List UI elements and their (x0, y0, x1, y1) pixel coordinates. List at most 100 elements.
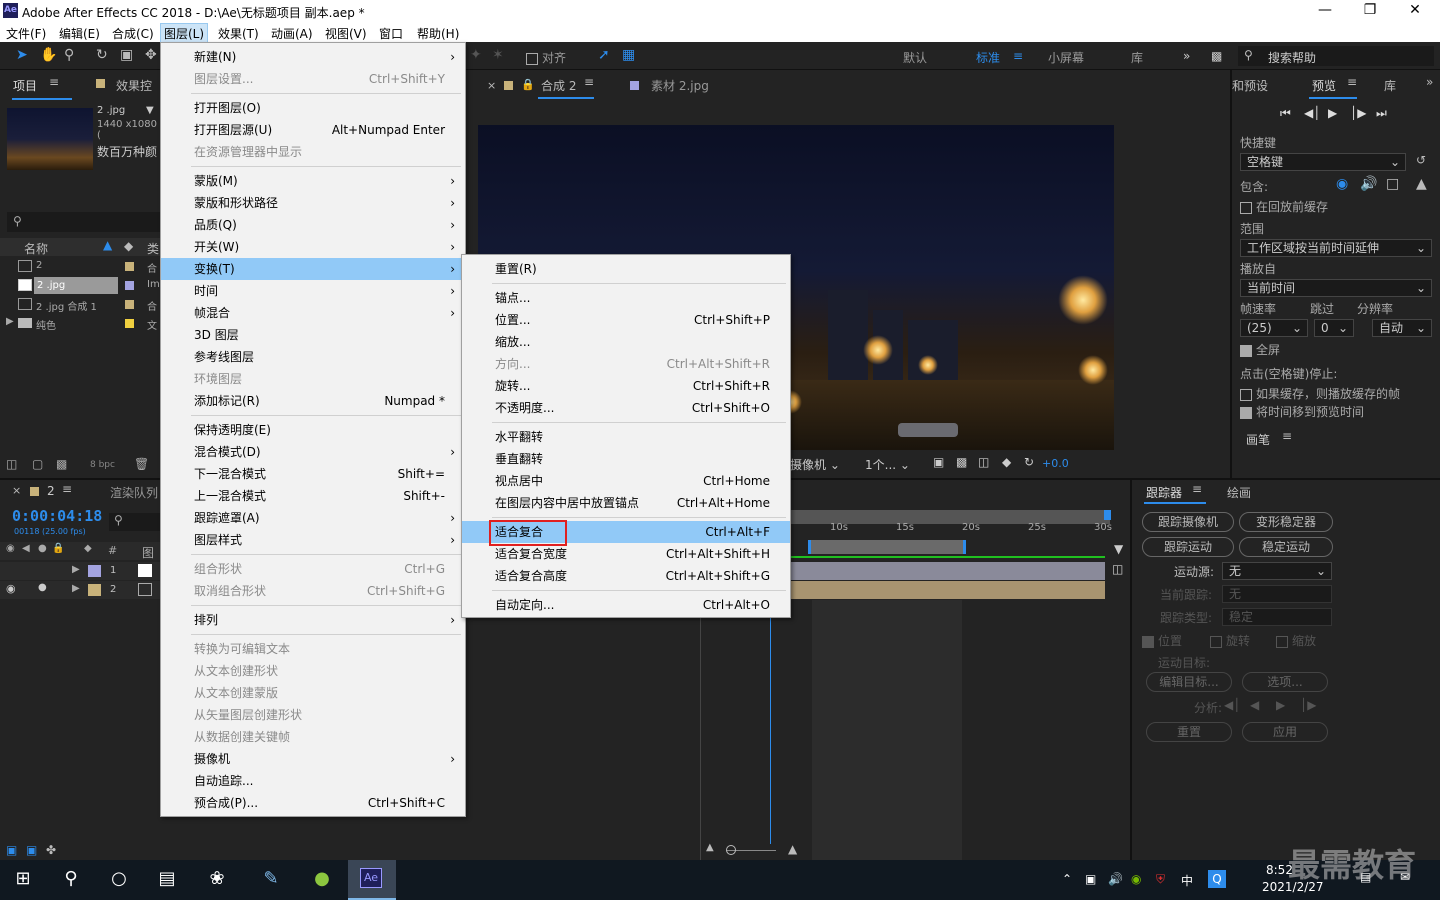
skip-dropdown[interactable]: 0 ⌄ (1314, 319, 1354, 337)
tab-effect-controls[interactable]: 效果控 (116, 77, 152, 94)
tab-project[interactable]: 项目 (13, 77, 37, 94)
transform-menu-item[interactable]: 缩放... (462, 331, 790, 353)
workspace-default[interactable]: 默认 (903, 49, 927, 66)
cortana-icon[interactable]: ○ (106, 868, 132, 892)
expand-arrow-icon[interactable]: ▶ (6, 316, 14, 327)
layer-menu-item[interactable]: 跟踪遮罩(A) › (161, 507, 465, 529)
cache-before-checkbox[interactable]: 在回放前缓存 (1240, 198, 1328, 215)
workspace-standard[interactable]: 标准 (976, 49, 1000, 66)
views-dropdown[interactable]: 1个... ⌄ (865, 456, 910, 473)
menu-file[interactable]: 文件(F) (6, 25, 46, 42)
analyze-back-all-icon[interactable]: ◀│ (1224, 698, 1240, 712)
project-row[interactable]: 2 .jpg 合成 1 合 (0, 296, 160, 314)
zoom-out-icon[interactable]: ▲ (706, 842, 714, 853)
lock-icon[interactable]: 🔒 (521, 78, 535, 91)
project-row[interactable]: ▶ 纯色 文 (0, 315, 160, 333)
comp-mini-flowchart-icon[interactable]: ▣ (6, 843, 17, 857)
puppet-tool-icon[interactable]: ✶ (492, 47, 504, 63)
solo-icon[interactable]: ● (38, 543, 47, 554)
workspace-small-screen[interactable]: 小屏幕 (1048, 49, 1084, 66)
timeline-menu-icon[interactable]: ≡ (62, 482, 72, 496)
track-motion-button[interactable]: 跟踪运动 (1142, 537, 1234, 557)
pinwheel-app-icon[interactable]: ❀ (204, 868, 230, 892)
security-icon[interactable]: ⛨ (1156, 872, 1165, 887)
tracker-menu-icon[interactable]: ≡ (1192, 482, 1202, 496)
zoom-slider[interactable]: ▲ ▲ (700, 842, 1120, 860)
expand-track-icon[interactable]: ◫ (1112, 562, 1123, 576)
expand-arrow-icon[interactable]: ▶ (72, 583, 80, 594)
timeline-search-input[interactable]: ⚲ (109, 513, 160, 531)
item-dropdown-icon[interactable]: ▼ (146, 105, 154, 116)
layer-menu-item[interactable]: 帧混合 › (161, 302, 465, 324)
ae-taskbar-button[interactable]: Ae (348, 860, 396, 900)
play-icon[interactable]: ▶ (1328, 106, 1337, 120)
snap-feature-icon[interactable]: ▦ (622, 47, 635, 63)
label-column-icon[interactable]: ◆ (84, 543, 92, 554)
trash-icon[interactable]: 🗑 (134, 457, 149, 471)
transform-menu-item[interactable]: 适合复合宽度 Ctrl+Alt+Shift+H (462, 543, 790, 565)
comp-menu-icon[interactable]: ≡ (584, 75, 594, 89)
export-icon[interactable]: ▲ (1416, 176, 1427, 192)
interpret-footage-icon[interactable]: ◫ (6, 457, 17, 471)
tab-timeline-comp[interactable]: 2 (47, 484, 55, 498)
reset-button[interactable]: 重置 (1146, 722, 1232, 742)
layer-menu-item[interactable]: 添加标记(R) Numpad * (161, 390, 465, 412)
menu-help[interactable]: 帮助(H) (417, 25, 459, 42)
transform-menu-item[interactable]: 不透明度... Ctrl+Shift+O (462, 397, 790, 419)
current-track-dropdown[interactable]: 无 (1222, 585, 1332, 603)
time-navigator[interactable] (808, 540, 966, 554)
menu-animation[interactable]: 动画(A) (271, 25, 313, 42)
lock-icon[interactable]: 🔒 (52, 543, 64, 554)
minimize-icon[interactable]: — (1310, 2, 1340, 18)
shortcut-dropdown[interactable]: 空格键 ⌄ (1240, 153, 1406, 171)
layer-menu-item[interactable]: 品质(Q) › (161, 214, 465, 236)
layer-menu-item[interactable]: 参考线图层 (161, 346, 465, 368)
expand-arrow-icon[interactable]: ▶ (72, 564, 80, 575)
tab-preview[interactable]: 预览 (1312, 77, 1336, 94)
transform-menu-item[interactable]: 垂直翻转 (462, 448, 790, 470)
green-app-icon[interactable]: ● (309, 868, 335, 892)
audio-switch-icon[interactable]: ◀ (22, 543, 30, 554)
first-frame-icon[interactable]: ⏮ (1280, 106, 1291, 121)
comp-marker-icon[interactable]: ▼ (1114, 542, 1123, 556)
tab-render-queue[interactable]: 渲染队列 (110, 484, 158, 501)
stabilize-motion-button[interactable]: 稳定运动 (1239, 537, 1333, 557)
layer-menu-item[interactable]: 从数据创建关键帧 (161, 726, 465, 748)
layer-menu-item[interactable]: 新建(N) › (161, 46, 465, 68)
task-view-icon[interactable]: ▤ (154, 868, 180, 892)
col-name[interactable]: 名称 (24, 240, 48, 257)
transform-menu-item[interactable]: 水平翻转 (462, 426, 790, 448)
layer-menu-item[interactable]: 打开图层(O) (161, 97, 465, 119)
project-menu-icon[interactable]: ≡ (49, 75, 59, 89)
workspace-menu-icon[interactable]: ≡ (1013, 49, 1023, 63)
windows-start-icon[interactable]: ⊞ (10, 868, 36, 892)
sort-up-icon[interactable]: ▲ (103, 238, 112, 252)
range-dropdown[interactable]: 工作区域按当前时间延伸 ⌄ (1240, 239, 1432, 257)
maximize-icon[interactable]: ❐ (1355, 2, 1385, 18)
layer-menu-item[interactable]: 从文本创建形状 (161, 660, 465, 682)
bit-depth[interactable]: 8 bpc (90, 460, 115, 470)
tab-tracker[interactable]: 跟踪器 (1146, 484, 1182, 501)
transform-menu-item[interactable]: 锚点... (462, 287, 790, 309)
tab-effects-presets[interactable]: 和预设 (1232, 77, 1268, 94)
layer-menu-item[interactable]: 开关(W) › (161, 236, 465, 258)
transparency-grid-icon[interactable]: ▩ (956, 455, 967, 469)
new-folder-icon[interactable]: ▢ (32, 457, 43, 471)
menu-view[interactable]: 视图(V) (325, 25, 367, 42)
search-help-field[interactable]: ⚲ 搜索帮助 (1238, 46, 1434, 66)
layer-menu-item[interactable]: 变换(T) › (161, 258, 465, 280)
tab-footage[interactable]: 素材 2.jpg (651, 77, 709, 94)
tab-brush[interactable]: 画笔 (1246, 431, 1270, 448)
track-type-dropdown[interactable]: 稳定 (1222, 608, 1332, 626)
close-icon[interactable]: ✕ (1400, 2, 1430, 18)
menu-edit[interactable]: 编辑(E) (59, 25, 100, 42)
transform-menu-item[interactable]: 适合复合 Ctrl+Alt+F (462, 520, 790, 546)
preview-menu-icon[interactable]: ≡ (1347, 75, 1357, 89)
menu-window[interactable]: 窗口 (379, 25, 403, 42)
more-panels-icon[interactable]: » (1426, 75, 1433, 89)
tab-paint[interactable]: 绘画 (1227, 484, 1251, 501)
position-checkbox[interactable]: 位置 (1142, 632, 1182, 649)
video-switch-icon[interactable]: ◉ (6, 543, 15, 554)
toggle-switches-icon[interactable]: ✤ (46, 843, 56, 857)
camera-tool-icon[interactable]: ▣ (120, 47, 133, 63)
